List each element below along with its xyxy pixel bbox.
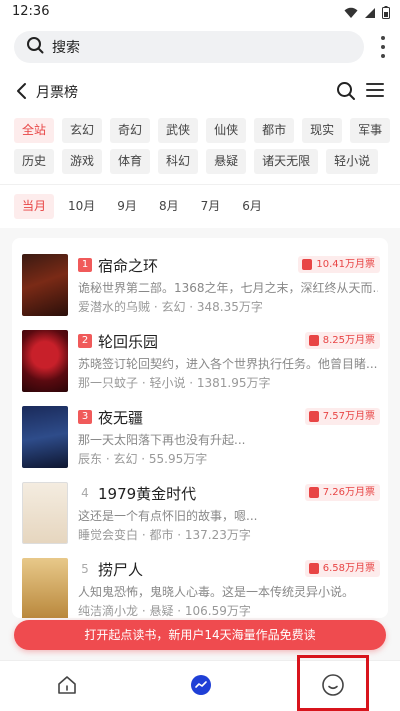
ticket-icon	[302, 259, 313, 270]
category-chip[interactable]: 玄幻	[62, 118, 103, 143]
tab-home[interactable]	[50, 661, 84, 711]
month-tab[interactable]: 9月	[109, 194, 145, 219]
status-time: 12:36	[12, 4, 50, 19]
book-description: 这还是一个有点怀旧的故事，嗯...	[78, 509, 258, 523]
category-chip[interactable]: 历史	[14, 149, 55, 174]
category-chip[interactable]: 诸天无限	[254, 149, 319, 174]
category-chip[interactable]: 悬疑	[206, 149, 247, 174]
book-cover	[22, 558, 68, 618]
ticket-badge: 10.41万月票	[298, 256, 380, 273]
book-meta: 睡觉会变白 · 都市 · 137.23万字	[78, 528, 251, 542]
ticket-icon	[308, 563, 319, 574]
book-title: 1979黄金时代	[98, 485, 197, 503]
search-box[interactable]: 搜索	[14, 31, 364, 63]
book-item[interactable]: 4 1979黄金时代 7.26万月票 这还是一个有点怀旧的故事，嗯... 睡觉会…	[12, 482, 388, 558]
search-row: 搜索	[0, 24, 400, 70]
menu-icon[interactable]	[366, 83, 384, 97]
category-chip[interactable]: 武侠	[158, 118, 199, 143]
month-filter: 当月 10月 9月 8月 7月 6月	[0, 184, 400, 228]
month-tab[interactable]: 10月	[60, 194, 103, 219]
book-title: 夜无疆	[98, 409, 144, 427]
ticket-icon	[308, 487, 319, 498]
month-tab[interactable]: 6月	[234, 194, 270, 219]
page-title: 月票榜	[36, 85, 78, 101]
feed-icon	[190, 674, 212, 700]
category-chip[interactable]: 体育	[110, 149, 151, 174]
more-options-icon[interactable]	[380, 36, 386, 58]
rank-number: 4	[81, 486, 89, 500]
book-cover	[22, 330, 68, 392]
category-chip[interactable]: 科幻	[158, 149, 199, 174]
back-icon[interactable]	[16, 82, 28, 104]
book-item[interactable]: 3 夜无疆 7.57万月票 那一天太阳落下再也没有升起... 辰东 · 玄幻 ·…	[12, 406, 388, 482]
category-chip[interactable]: 都市	[254, 118, 295, 143]
highlight-box	[297, 655, 369, 711]
book-item[interactable]: 1 宿命之环 10.41万月票 诡秘世界第二部。1368之年，七月之末，深红终从…	[12, 254, 388, 330]
search-icon	[26, 36, 44, 58]
book-description: 那一天太阳落下再也没有升起...	[78, 433, 246, 447]
book-cover	[22, 254, 68, 316]
book-meta: 辰东 · 玄幻 · 55.95万字	[78, 452, 208, 466]
category-row-1: 全站 玄幻 奇幻 武侠 仙侠 都市 现实 军事	[14, 118, 400, 143]
tab-feed[interactable]	[184, 661, 218, 711]
status-bar: 12:36	[0, 0, 400, 24]
battery-icon	[382, 4, 390, 23]
open-app-promo-button[interactable]: 打开起点读书，新用户14天海量作品免费读	[14, 620, 386, 650]
book-meta: 纯洁滴小龙 · 悬疑 · 106.59万字	[78, 604, 251, 618]
book-description: 诡秘世界第二部。1368之年，七月之末，深红终从天而...	[78, 281, 378, 295]
book-meta: 那一只蚊子 · 轻小说 · 1381.95万字	[78, 376, 271, 390]
book-item[interactable]: 2 轮回乐园 8.25万月票 苏晓签订轮回契约，进入各个世界执行任务。他曾目睹.…	[12, 330, 388, 406]
home-icon	[56, 674, 78, 700]
book-title: 宿命之环	[98, 257, 159, 275]
rank-number: 1	[78, 258, 92, 272]
category-chip-all[interactable]: 全站	[14, 118, 55, 143]
status-icons	[344, 4, 390, 23]
ticket-badge: 6.58万月票	[304, 560, 380, 577]
book-meta: 爱潜水的乌贼 · 玄幻 · 348.35万字	[78, 300, 263, 314]
book-description: 苏晓签订轮回契约，进入各个世界执行任务。他曾目睹...	[78, 357, 378, 371]
wifi-icon	[344, 4, 358, 23]
category-chip[interactable]: 现实	[302, 118, 343, 143]
ticket-icon	[308, 411, 319, 422]
header-search-icon[interactable]	[336, 81, 356, 105]
category-row-2: 历史 游戏 体育 科幻 悬疑 诸天无限 轻小说	[14, 149, 400, 174]
rank-number: 2	[78, 334, 92, 348]
book-item[interactable]: 5 捞尸人 6.58万月票 人知鬼恐怖，鬼晓人心毒。这是一本传统灵异小说。 纯洁…	[12, 558, 388, 618]
category-chip[interactable]: 仙侠	[206, 118, 247, 143]
book-title: 轮回乐园	[98, 333, 159, 351]
rank-number: 3	[78, 410, 92, 424]
book-cover	[22, 406, 68, 468]
book-cover	[22, 482, 68, 544]
category-chip[interactable]: 军事	[350, 118, 391, 143]
book-title: 捞尸人	[98, 561, 144, 579]
ticket-badge: 8.25万月票	[304, 332, 380, 349]
ranking-list: 1 宿命之环 10.41万月票 诡秘世界第二部。1368之年，七月之末，深红终从…	[12, 238, 388, 618]
month-tab[interactable]: 7月	[193, 194, 229, 219]
search-label: 搜索	[52, 40, 80, 56]
page-header: 月票榜	[0, 70, 400, 112]
category-filter: 全站 玄幻 奇幻 武侠 仙侠 都市 现实 军事 历史 游戏 体育 科幻 悬疑 诸…	[0, 112, 400, 184]
category-chip[interactable]: 轻小说	[326, 149, 379, 174]
ticket-icon	[308, 335, 319, 346]
category-chip[interactable]: 奇幻	[110, 118, 151, 143]
rank-number: 5	[81, 562, 89, 576]
ticket-badge: 7.26万月票	[304, 484, 380, 501]
month-tab[interactable]: 8月	[151, 194, 187, 219]
ticket-badge: 7.57万月票	[304, 408, 380, 425]
book-description: 人知鬼恐怖，鬼晓人心毒。这是一本传统灵异小说。	[78, 585, 355, 599]
signal-icon	[364, 4, 376, 23]
category-chip[interactable]: 游戏	[62, 149, 103, 174]
month-tab-current[interactable]: 当月	[14, 194, 55, 219]
